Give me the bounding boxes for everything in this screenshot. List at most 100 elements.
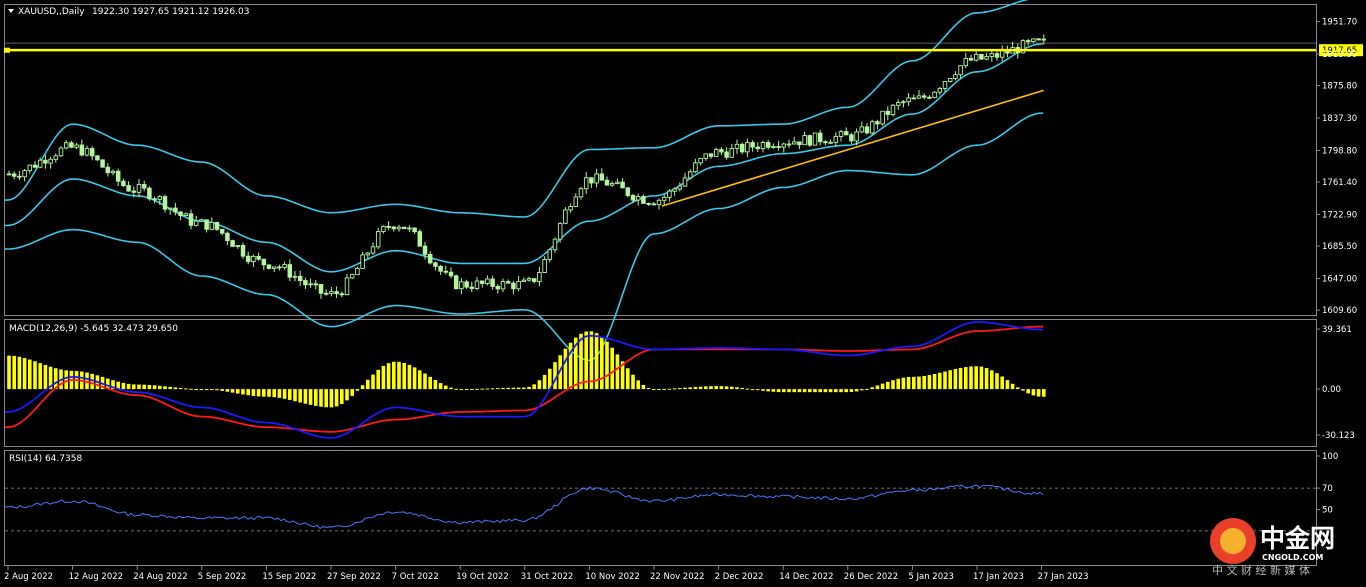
macd-histogram-bar (28, 359, 32, 390)
candle-body (162, 196, 168, 210)
candle-body (74, 144, 79, 148)
time-tick-label: 27 Sep 2022 (327, 572, 381, 582)
candle-body (771, 146, 776, 148)
macd-histogram-bar (579, 333, 583, 390)
candle-body (739, 143, 745, 153)
candle-body (542, 259, 547, 273)
macd-histogram-bar (152, 385, 157, 390)
time-tick-label: 22 Nov 2022 (650, 572, 704, 582)
candle-body (656, 199, 662, 206)
time-tick-label: 24 Aug 2022 (133, 572, 187, 582)
time-tick-label: 26 Dec 2022 (844, 572, 898, 582)
time-tick-label: 5 Sep 2022 (198, 572, 246, 582)
candle-body (167, 207, 173, 210)
candle-body (219, 228, 225, 234)
candle-body (199, 219, 204, 222)
macd-histogram-bar (480, 388, 484, 390)
macd-histogram-bar (886, 381, 890, 390)
macd-histogram-bar (522, 387, 526, 390)
watermark-tagline: 中 文 财 经 新 媒 体 (1212, 563, 1310, 577)
candle-body (765, 142, 771, 148)
trading-chart[interactable]: 1951.701917.651913.301875.801837.301798.… (0, 0, 1366, 587)
macd-histogram-bar (371, 374, 375, 390)
candle-body (942, 80, 948, 89)
candle-body (308, 283, 313, 286)
candle-body (994, 53, 1000, 58)
macd-histogram-bar (969, 366, 973, 390)
symbol-dropdown-icon[interactable] (8, 9, 14, 13)
candle-body (245, 255, 251, 262)
macd-histogram-bar (719, 386, 724, 390)
candle-body (516, 281, 521, 290)
macd-histogram-bar (506, 387, 510, 390)
candle-body (349, 274, 355, 279)
candle-body (69, 142, 74, 148)
candle-body (999, 50, 1005, 58)
candle-body (776, 146, 781, 148)
candle-body (427, 253, 433, 264)
macd-histogram-bar (844, 389, 848, 393)
candle-body (344, 277, 350, 296)
macd-histogram-bar (974, 366, 978, 390)
rsi-tick-label: 70 (1322, 484, 1333, 494)
candle-body (807, 135, 813, 146)
macd-histogram-bar (272, 389, 276, 398)
time-tick-label: 10 Nov 2022 (585, 572, 639, 582)
candle-body (141, 184, 147, 189)
time-tick-label: 2 Aug 2022 (4, 572, 53, 582)
macd-histogram-bar (501, 387, 505, 390)
macd-histogram-bar (683, 387, 687, 390)
candle-body (651, 203, 657, 206)
macd-histogram-bar (132, 384, 136, 390)
candle-body (412, 227, 417, 233)
candle-body (932, 91, 937, 99)
candle-body (724, 151, 729, 158)
candle-body (339, 293, 345, 296)
macd-histogram-bar (355, 389, 360, 391)
macd-histogram-bar (636, 380, 640, 390)
symbol-label[interactable]: XAUUSD,,Daily (18, 7, 85, 17)
time-tick-label: 7 Oct 2022 (392, 572, 439, 582)
macd-histogram-bar (256, 389, 261, 397)
candle-body (121, 180, 126, 187)
macd-histogram-bar (990, 370, 994, 390)
macd-histogram-bar (984, 368, 989, 390)
candle-body (173, 207, 178, 213)
macd-histogram-bar (641, 384, 646, 390)
macd-histogram-bar (849, 389, 854, 393)
macd-histogram-bar (667, 388, 672, 390)
macd-histogram-bar (605, 341, 609, 390)
macd-histogram-bar (464, 389, 469, 391)
candle-body (557, 222, 563, 240)
candle-body (381, 225, 386, 233)
macd-histogram-bar (995, 373, 999, 390)
candle-body (880, 110, 885, 125)
candle-body (329, 291, 334, 294)
candle-body (968, 57, 974, 61)
macd-histogram-bar (22, 358, 27, 390)
candle-body (1036, 38, 1041, 41)
candle-body (95, 155, 100, 161)
time-tick-label: 2 Dec 2022 (715, 572, 764, 582)
candle-body (890, 104, 896, 115)
rsi-tick-label: 100 (1322, 452, 1338, 462)
macd-histogram-bar (438, 383, 443, 390)
candle-body (464, 281, 469, 288)
macd-histogram-bar (381, 365, 386, 390)
macd-histogram-bar (314, 389, 318, 406)
macd-histogram-bar (251, 389, 256, 396)
macd-histogram-bar (334, 389, 339, 407)
candle-body (375, 231, 381, 248)
candle-body (396, 226, 402, 230)
horizontal-line-handle (4, 47, 10, 53)
macd-histogram-bar (324, 389, 328, 408)
candle-body (531, 278, 537, 282)
candle-body (193, 220, 199, 226)
macd-histogram-bar (319, 389, 323, 407)
candle-body (401, 226, 407, 230)
macd-histogram-bar (423, 373, 427, 390)
macd-histogram-bar (532, 384, 536, 390)
candle-body (422, 245, 428, 255)
macd-histogram-bar (210, 389, 214, 391)
macd-histogram-bar (194, 389, 198, 391)
